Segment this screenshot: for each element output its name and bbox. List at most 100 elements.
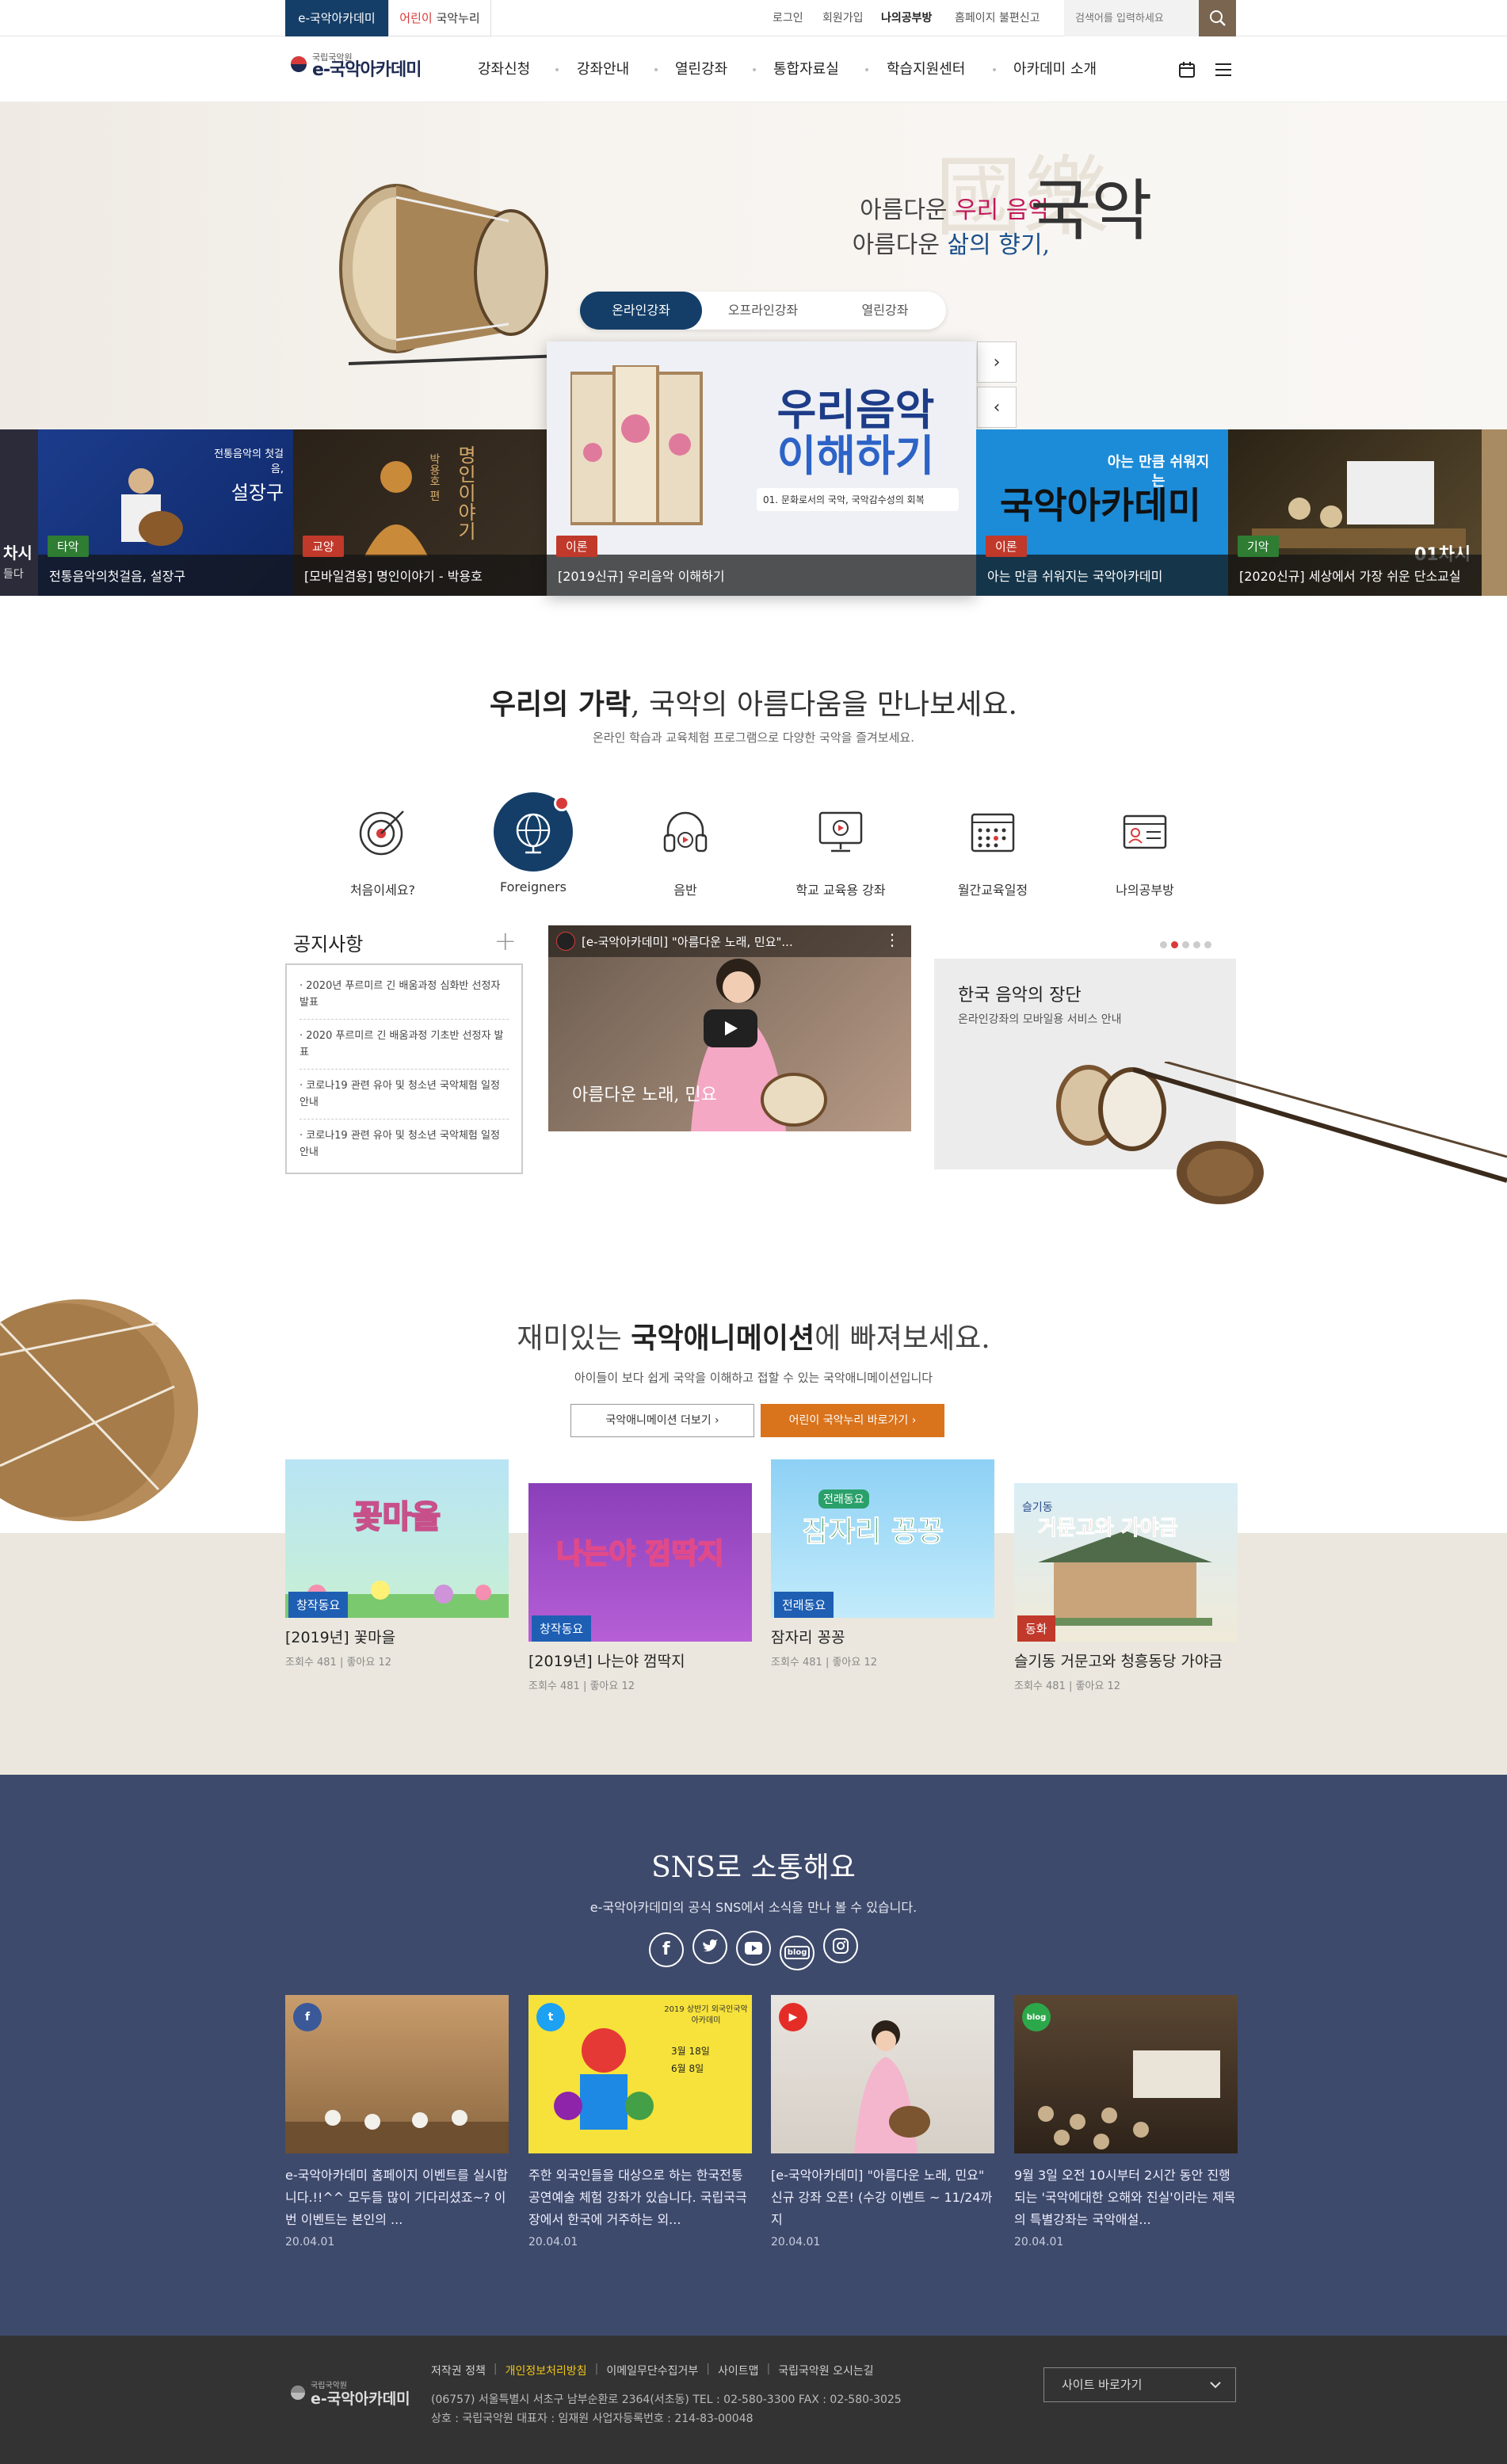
footer-link-copyright[interactable]: 저작권 정책 bbox=[431, 2363, 486, 2378]
animation-tag: 동화 bbox=[1017, 1615, 1055, 1642]
tab-open[interactable]: 열린강좌 bbox=[824, 292, 946, 330]
animation-card[interactable]: 나는야 껌딱지 창작동요 [2019년] 나는야 껌딱지 조회수 481 | 좋… bbox=[528, 1483, 752, 1692]
quick-album[interactable]: 음반 bbox=[634, 792, 737, 898]
instagram-icon bbox=[833, 1938, 849, 1954]
featured-title-line1: 우리음악 bbox=[776, 385, 935, 435]
logo[interactable]: 국립국악원 e-국악아카데미 bbox=[290, 51, 422, 79]
pagination-dot[interactable] bbox=[1182, 941, 1189, 948]
sns-post-card[interactable]: blog 9월 3일 오전 10시부터 2시간 동안 진행되는 '국악에대한 오… bbox=[1014, 1995, 1238, 2248]
notice-list: · 2020년 푸르미르 긴 배움과정 심화반 선정자 발표 · 2020 푸르… bbox=[285, 963, 523, 1174]
pagination-dot[interactable] bbox=[1193, 941, 1200, 948]
notice-item[interactable]: · 2020 푸르미르 긴 배움과정 기초반 선정자 발표 bbox=[299, 1020, 509, 1070]
slide-card-easy[interactable]: 아는 만큼 쉬워지는 국악아카데미 이론 아는 만큼 쉬워지는 국악아카데미 bbox=[976, 429, 1228, 596]
top-utility-bar: e-국악아카데미 어린이 국악누리 로그인 회원가입 나의공부방 홈페이지 불편… bbox=[0, 0, 1507, 36]
animation-thumb: 나는야 껌딱지 창작동요 bbox=[528, 1483, 752, 1642]
menu-apply[interactable]: 강좌신청 bbox=[478, 37, 530, 102]
site-tab-kids[interactable]: 어린이 국악누리 bbox=[388, 0, 491, 36]
sns-post-card[interactable]: ▶ [e-국악아카데미] "아름다운 노래, 민요" 신규 강좌 오픈! (수강… bbox=[771, 1995, 994, 2248]
quick-label: 음반 bbox=[673, 883, 697, 898]
featured-subtitle: 01. 문화로서의 국악, 국악감수성의 회복 bbox=[757, 488, 959, 511]
pagination-dot[interactable] bbox=[1160, 941, 1167, 948]
quick-mystudy[interactable]: 나의공부방 bbox=[1093, 792, 1196, 898]
facebook-button[interactable]: f bbox=[648, 1932, 684, 1967]
notice-item[interactable]: · 코로나19 관련 유아 및 청소년 국악체험 일정 안내 bbox=[299, 1070, 509, 1119]
menu-course-info[interactable]: 강좌안내 bbox=[577, 37, 629, 102]
more-vert-icon[interactable]: ⋮ bbox=[884, 930, 900, 949]
slide-card-janggu[interactable]: 전통음악의 첫걸음, 설장구 타악 전통음악의첫걸음, 설장구 bbox=[38, 429, 293, 596]
pagination-dot[interactable] bbox=[1204, 941, 1211, 948]
footer-links: 저작권 정책 | 개인정보처리방침 | 이메일무단수집거부 | 사이트맵 | 국립국악원… bbox=[431, 2363, 874, 2378]
slide-prev-button[interactable]: ‹ bbox=[977, 387, 1017, 428]
footer-divider: | bbox=[493, 2363, 498, 2375]
featured-title-line2: 이해하기 bbox=[776, 431, 935, 481]
video-player[interactable]: [e-국악아카데미] "아름다운 노래, 민요"... ⋮ 아름다운 노래, 민… bbox=[548, 925, 911, 1131]
caption-text: [모바일겸용] 명인이야기 - 박용호 bbox=[304, 569, 483, 584]
tab-online[interactable]: 온라인강좌 bbox=[580, 292, 702, 330]
site-shortcut-select[interactable]: 사이트 바로가기 bbox=[1043, 2367, 1236, 2402]
calendar-icon[interactable] bbox=[1178, 61, 1196, 78]
thumb-art-title: 나는야 껌딱지 bbox=[555, 1537, 724, 1571]
sns-post-thumb: f bbox=[285, 1995, 509, 2153]
slide-card-edge-left[interactable]: 차시 들다 bbox=[0, 429, 38, 596]
menu-archive[interactable]: 통합자료실 bbox=[773, 37, 839, 102]
slide-card-edge-right[interactable] bbox=[1482, 429, 1507, 596]
youtube-button[interactable] bbox=[736, 1931, 771, 1966]
pagination-dot-active[interactable] bbox=[1171, 941, 1178, 948]
footer-logo-emblem-icon bbox=[291, 2386, 305, 2400]
slide-card-danso[interactable]: 01차시 기악[2020신규] 세상에서 가장 쉬운 단소교실 bbox=[1228, 429, 1482, 596]
footer-link-sitemap[interactable]: 사이트맵 bbox=[718, 2363, 759, 2378]
quick-foreigners[interactable]: Foreigners bbox=[482, 792, 585, 894]
quick-label: 처음이세요? bbox=[349, 883, 416, 898]
report-link[interactable]: 홈페이지 불편신고 bbox=[955, 0, 1040, 36]
menu-divider bbox=[654, 68, 658, 71]
menu-open-course[interactable]: 열린강좌 bbox=[675, 37, 727, 102]
join-link[interactable]: 회원가입 bbox=[822, 0, 864, 36]
animation-card[interactable]: 꽃마을 창작동요 [2019년] 꽃마을 조회수 481 | 좋아요 12 bbox=[285, 1459, 509, 1669]
slide-card-featured[interactable]: 우리음악 이해하기 01. 문화로서의 국악, 국악감수성의 회복 이론 [201… bbox=[547, 341, 976, 596]
animation-card[interactable]: 슬기동 거문고와 가야금 동화 슬기동 거문고와 청흥동당 가야금 조회수 48… bbox=[1014, 1483, 1238, 1692]
sns-post-thumb: 2019 상반기 외국인국악아카데미 3월 18일 6월 8일 t bbox=[528, 1995, 752, 2153]
animation-more-button[interactable]: 국악애니메이션 더보기 › bbox=[570, 1404, 754, 1437]
caption-text: 전통음악의첫걸음, 설장구 bbox=[49, 569, 186, 584]
login-link[interactable]: 로그인 bbox=[773, 0, 803, 36]
caption-text: [2019신규] 우리음악 이해하기 bbox=[558, 569, 725, 584]
quick-schedule[interactable]: 월간교육일정 bbox=[941, 792, 1044, 898]
menu-icon[interactable] bbox=[1215, 62, 1232, 78]
plus-icon[interactable]: + bbox=[494, 925, 517, 957]
card-art-sub: 국악아카데미 bbox=[1000, 484, 1201, 527]
slide-card-master[interactable]: 명인이야기 박용호 편 교양 [모바일겸용] 명인이야기 - 박용호 bbox=[293, 429, 548, 596]
tab-offline[interactable]: 오프라인강좌 bbox=[702, 292, 824, 330]
footer-link-directions[interactable]: 국립국악원 오시는길 bbox=[778, 2363, 873, 2378]
footer-link-email[interactable]: 이메일무단수집거부 bbox=[606, 2363, 698, 2378]
search-button[interactable] bbox=[1199, 0, 1236, 36]
quick-first-time[interactable]: 처음이세요? bbox=[331, 792, 434, 898]
menu-about[interactable]: 아카데미 소개 bbox=[1013, 37, 1097, 102]
kids-suffix: 국악누리 bbox=[436, 11, 480, 25]
sns-subtitle: e-국악아카데미의 공식 SNS에서 소식을 만나 볼 수 있습니다. bbox=[589, 1900, 918, 1915]
slide-next-button[interactable]: › bbox=[977, 341, 1017, 383]
footer-logo[interactable]: 국립국악원 e-국악아카데미 bbox=[290, 2380, 410, 2407]
play-button[interactable] bbox=[704, 1009, 757, 1047]
site-tab-e-gugak[interactable]: e-국악아카데미 bbox=[285, 0, 388, 36]
animation-card[interactable]: 전래동요 잠자리 꽁꽁 전래동요 잠자리 꽁꽁 조회수 481 | 좋아요 12 bbox=[771, 1459, 994, 1669]
blog-button[interactable]: blog bbox=[780, 1935, 815, 1970]
instagram-button[interactable] bbox=[823, 1928, 859, 1963]
blog-badge-icon: blog bbox=[1022, 2003, 1051, 2031]
sns-post-card[interactable]: f e-국악아카데미 홈페이지 이벤트를 실시합니다.!!^^ 모두들 많이 기… bbox=[285, 1995, 509, 2248]
search-input[interactable] bbox=[1064, 0, 1199, 36]
sns-post-card[interactable]: 2019 상반기 외국인국악아카데미 3월 18일 6월 8일 t 주한 외국인… bbox=[528, 1995, 752, 2248]
footer-link-privacy[interactable]: 개인정보처리방침 bbox=[506, 2363, 587, 2378]
quick-school[interactable]: 학교 교육용 강좌 bbox=[789, 792, 892, 898]
menu-support[interactable]: 학습지원센터 bbox=[887, 37, 965, 102]
twitter-button[interactable] bbox=[692, 1929, 727, 1964]
mystudy-link[interactable]: 나의공부방 bbox=[881, 0, 932, 36]
sns-post-date: 20.04.01 bbox=[285, 2236, 335, 2248]
animation-subtitle: 아이들이 보다 쉽게 국악을 이해하고 접할 수 있는 국악애니메이션입니다 bbox=[574, 1371, 933, 1385]
notice-item[interactable]: · 코로나19 관련 유아 및 청소년 국악체험 일정 안내 bbox=[299, 1119, 509, 1169]
notice-item[interactable]: · 2020년 푸르미르 긴 배움과정 심화반 선정자 발표 bbox=[299, 970, 509, 1020]
quick-label: 학교 교육용 강좌 bbox=[795, 883, 886, 898]
sns-post-date: 20.04.01 bbox=[771, 2236, 821, 2248]
animation-title-text: 슬기동 거문고와 청흥동당 가야금 bbox=[1014, 1653, 1223, 1670]
kids-site-button[interactable]: 어린이 국악누리 바로가기 › bbox=[761, 1404, 944, 1437]
slide-caption: 타악 전통음악의첫걸음, 설장구 bbox=[38, 536, 293, 596]
